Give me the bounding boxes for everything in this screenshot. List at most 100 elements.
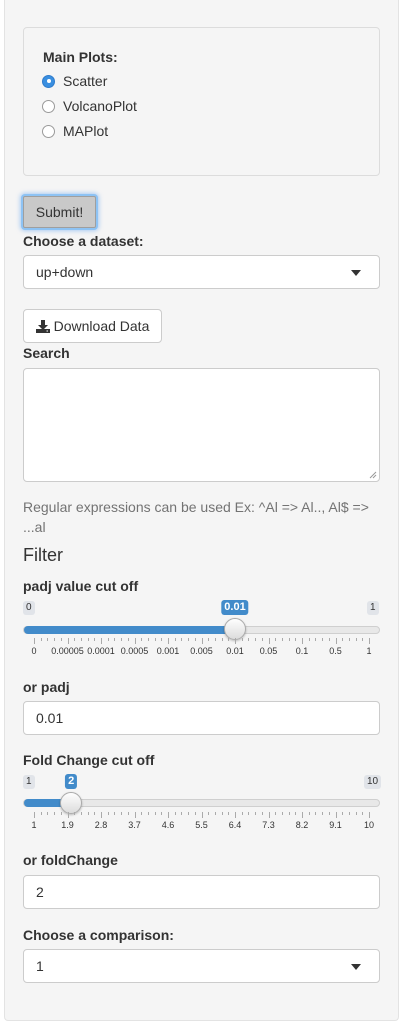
fc-minor-tick [362,812,364,815]
submit-button[interactable]: Submit! [23,196,96,228]
fc-minor-tick [121,812,123,815]
main-plots-label: Main Plots: [43,49,118,65]
padj-minor-tick [47,638,49,641]
radio-scatter-label: Scatter [63,73,108,89]
fc-slider-handle[interactable] [60,792,83,814]
padj-minor-tick [94,638,96,641]
fc-minor-tick [60,812,62,815]
radio-volcanoplot-label: VolcanoPlot [63,98,137,114]
fc-minor-tick [127,812,129,815]
padj-tick [34,638,35,644]
fc-minor-tick [147,812,149,815]
padj-tick-label: 0.001 [156,646,180,656]
padj-tick-label: 0.5 [329,646,342,656]
padj-tick-label: 0.1 [295,646,309,656]
padj-minor-tick [141,638,143,641]
padj-tick-label: 1 [366,646,372,656]
filter-heading: Filter [23,545,63,565]
padj-minor-tick [80,638,82,641]
radio-volcanoplot-indicator[interactable] [42,99,55,113]
padj-slider-fill [24,626,236,634]
radio-volcanoplot[interactable]: VolcanoPlot [42,96,137,116]
radio-scatter[interactable]: Scatter [42,71,107,91]
fc-tick-label: 1.9 [61,820,74,830]
radio-maplot-label: MAPlot [63,123,109,139]
fc-minor-tick [107,812,109,815]
padj-minor-tick [107,638,109,641]
radio-maplot-indicator[interactable] [42,124,55,138]
radio-maplot[interactable]: MAPlot [42,121,108,141]
padj-minor-tick [355,638,357,641]
padj-tick [302,638,303,644]
padj-minor-tick [228,638,230,641]
padj-tick [67,638,69,644]
fc-tick-label: 10 [363,820,375,830]
padj-tick-label: 0 [31,646,37,656]
padj-slider-value: 0.01 [221,600,249,615]
fc-tick [168,812,169,818]
fc-slider-min: 1 [23,775,35,789]
fc-minor-tick [188,812,190,815]
padj-minor-tick [154,638,156,641]
search-label: Search [23,345,70,361]
fc-minor-tick [181,812,183,815]
fc-tick [268,812,270,818]
fc-minor-tick [54,812,56,815]
foldchange-input[interactable]: 2 [23,875,380,909]
fc-tick [101,812,102,818]
padj-minor-tick [174,638,176,641]
padj-minor-tick [214,638,216,641]
fc-minor-tick [355,812,357,815]
comparison-label: Choose a comparison: [23,927,174,943]
comparison-select[interactable]: 1 [23,949,380,983]
padj-tick-label: 0.0005 [120,646,149,656]
padj-minor-tick [362,638,364,641]
fc-minor-tick [74,812,76,815]
fc-minor-tick [348,812,350,815]
padj-slider-track[interactable] [23,626,380,634]
padj-minor-tick [114,638,116,641]
fc-tick [369,812,370,818]
search-textarea[interactable] [23,368,380,482]
padj-minor-tick [241,638,243,641]
fc-tick [34,812,35,818]
padj-input[interactable]: 0.01 [23,701,380,735]
download-data-button[interactable]: Download Data [23,309,162,343]
padj-minor-tick [147,638,149,641]
padj-slider-min: 0 [23,601,35,615]
download-icon [35,319,50,333]
fc-slider-max: 10 [364,775,382,789]
padj-minor-tick [194,638,196,641]
search-help-text: Regular expressions can be used Ex: ^Al … [23,499,369,535]
fc-minor-tick [208,812,210,815]
radio-scatter-indicator[interactable] [42,74,55,88]
padj-minor-tick [181,638,183,641]
dataset-select[interactable]: up+down [23,255,380,289]
fc-minor-tick [114,812,116,815]
fc-minor-tick [161,812,163,815]
padj-tick-label: 0.005 [190,646,213,656]
padj-minor-tick [40,638,42,641]
padj-slider-handle[interactable] [224,618,246,640]
fc-minor-tick [261,812,263,815]
fc-tick [235,812,236,818]
fc-minor-tick [94,812,96,815]
fc-tick-label: 1 [31,820,37,830]
padj-minor-tick [54,638,56,641]
download-data-label: Download Data [53,318,150,334]
fc-tick-label: 9.1 [329,820,342,830]
padj-minor-tick [188,638,190,641]
fc-tick [67,812,69,818]
fc-minor-tick [154,812,156,815]
resize-grip-icon[interactable] [369,471,377,479]
fc-tick-label: 8.2 [295,820,309,830]
padj-minor-tick [208,638,210,641]
padj-input-value: 0.01 [36,710,64,726]
fc-tick-label: 2.8 [94,820,108,830]
fc-tick [302,812,303,818]
padj-tick [101,638,102,644]
fc-minor-tick [322,812,324,815]
padj-slider-max: 1 [367,601,379,615]
fc-tick [134,812,136,818]
chevron-down-icon [351,270,361,276]
